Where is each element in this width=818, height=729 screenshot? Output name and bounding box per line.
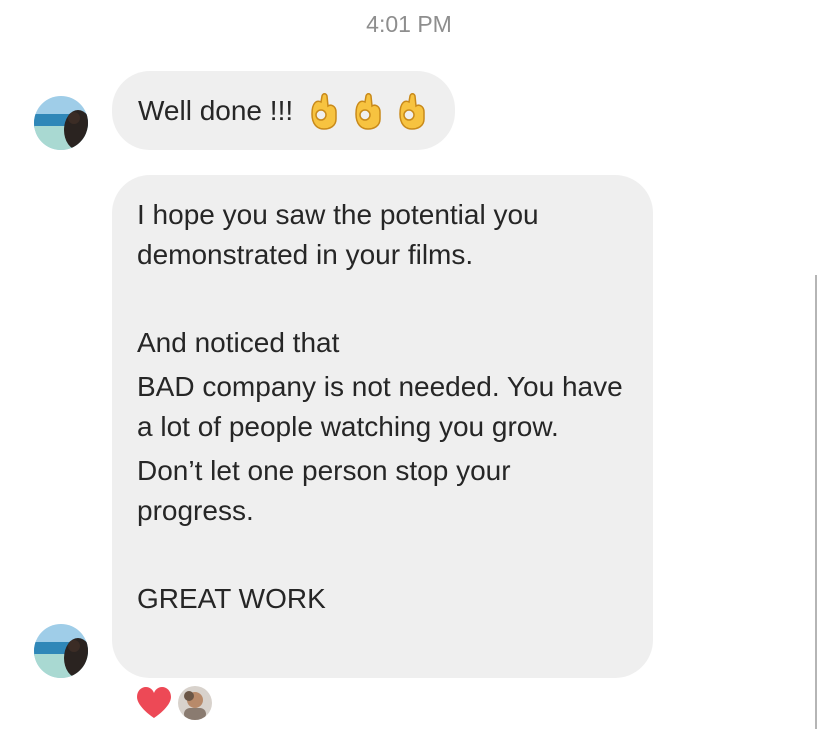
ok-hand-emoji-icon bbox=[311, 92, 337, 130]
message-paragraph: Don’t let one person stop your progress. bbox=[137, 455, 511, 526]
message-reactions[interactable] bbox=[135, 686, 212, 720]
message-paragraph: GREAT WORK bbox=[137, 583, 326, 614]
ok-hand-emoji-icon bbox=[355, 92, 381, 130]
message-paragraph: BAD company is not needed. You have a lo… bbox=[137, 371, 623, 442]
message-bubble-well-done[interactable]: Well done !!! bbox=[112, 71, 456, 150]
message-paragraph: I hope you saw the potential you demonst… bbox=[137, 199, 539, 270]
message-bubble-long[interactable]: I hope you saw the potential you demonst… bbox=[112, 175, 653, 678]
avatar-beach-image bbox=[34, 624, 88, 678]
sender-avatar[interactable] bbox=[34, 624, 88, 678]
avatar-beach-image bbox=[34, 96, 88, 150]
message-paragraph: And noticed that bbox=[137, 327, 340, 358]
message-text: Well done !!! bbox=[138, 94, 294, 126]
heart-icon bbox=[137, 687, 171, 718]
scrollbar[interactable] bbox=[815, 275, 817, 729]
ok-hand-emoji-icon bbox=[399, 92, 425, 130]
reactor-avatar-image bbox=[178, 686, 212, 720]
message-timestamp: 4:01 PM bbox=[366, 11, 452, 37]
sender-avatar[interactable] bbox=[34, 96, 88, 150]
reactor-avatar[interactable] bbox=[178, 686, 212, 720]
